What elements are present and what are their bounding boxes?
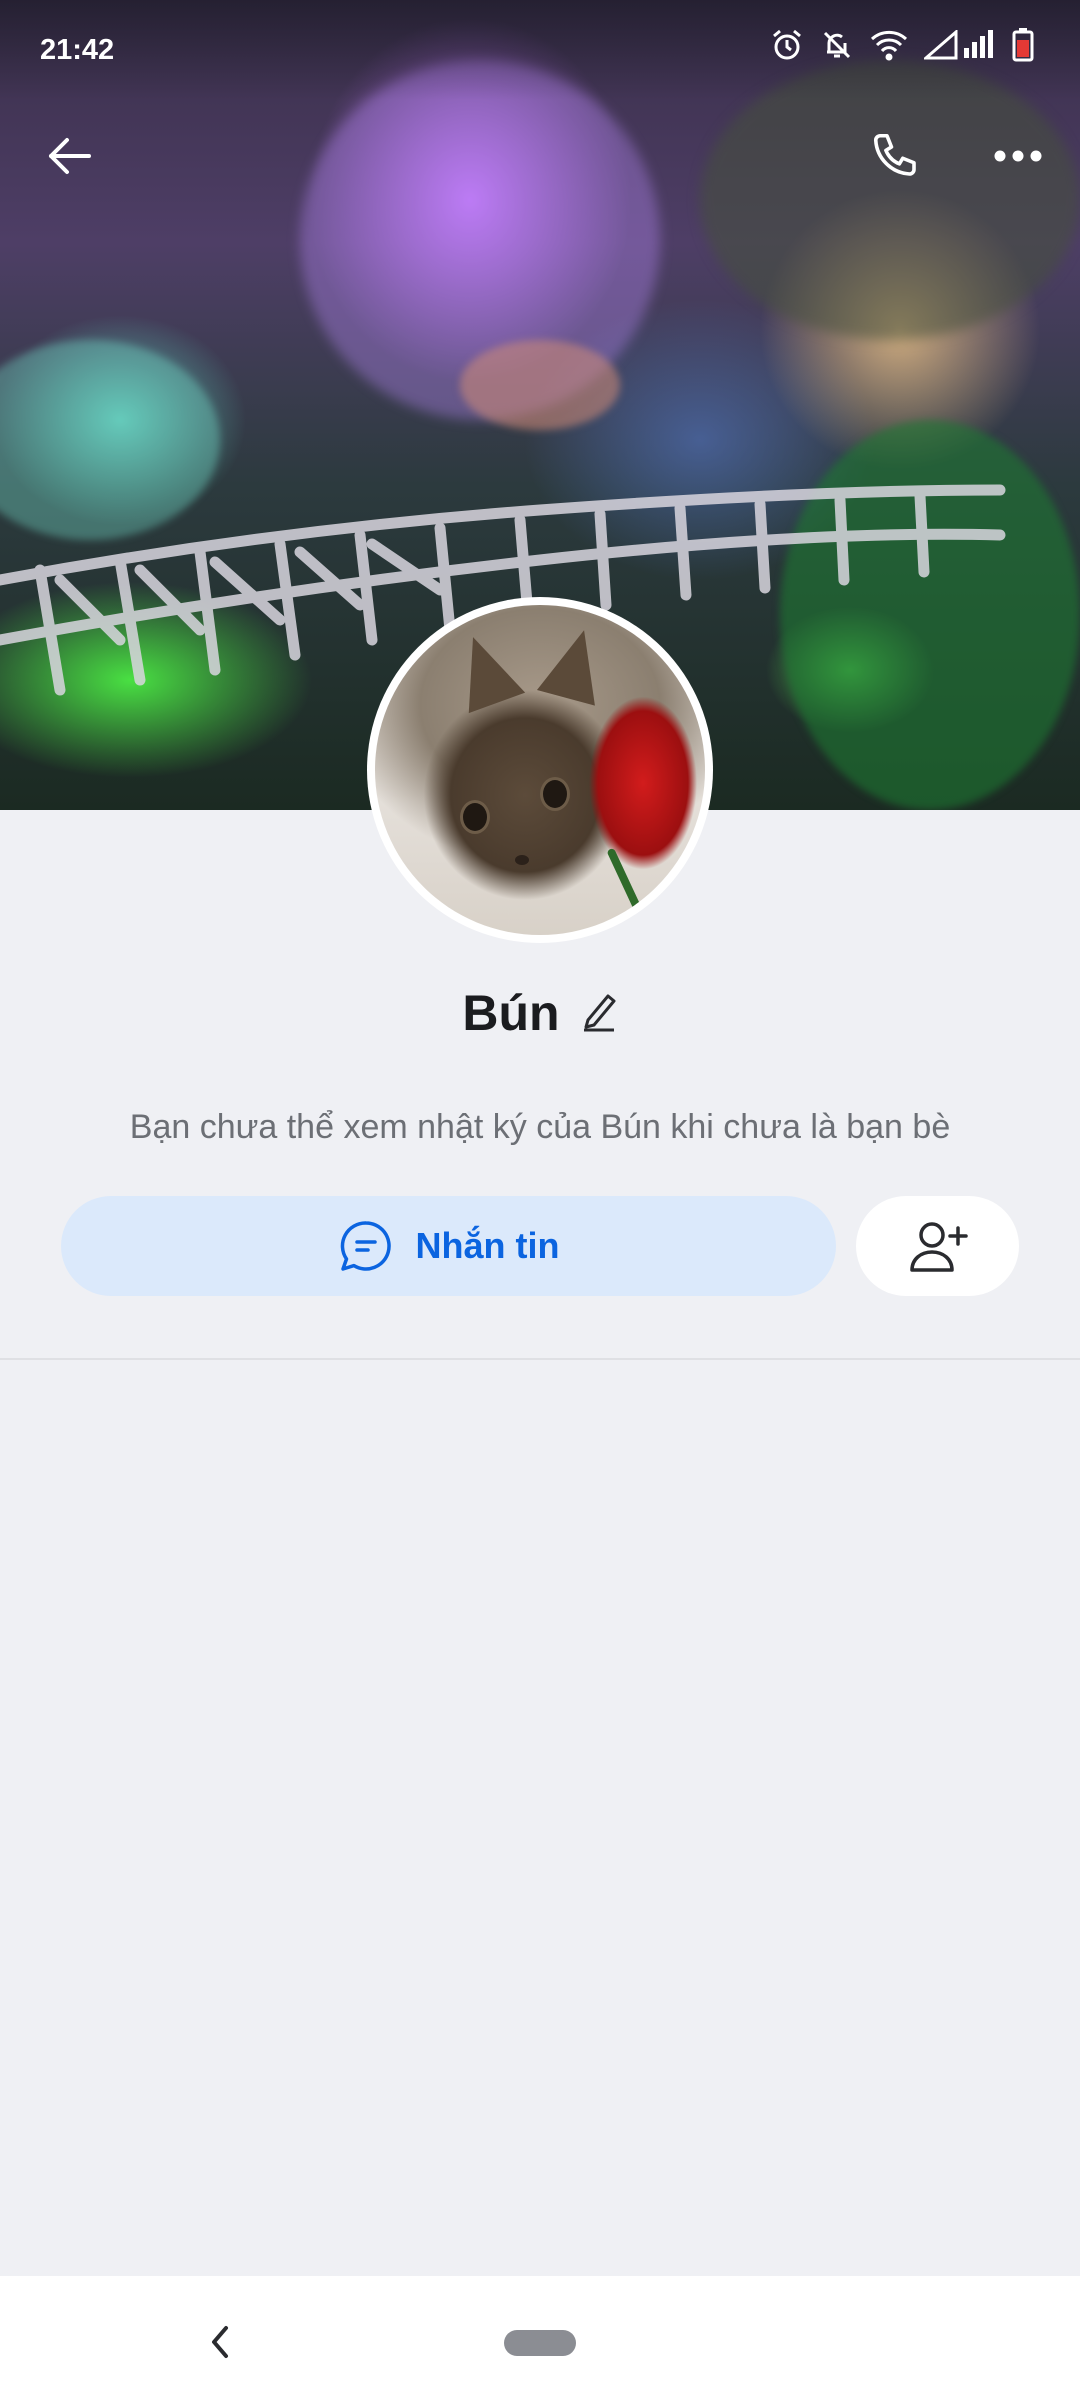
back-button[interactable] <box>32 118 108 194</box>
add-user-icon <box>909 1222 968 1272</box>
notifications-off-icon <box>820 28 854 62</box>
home-pill-icon[interactable] <box>504 2330 576 2356</box>
status-icons <box>770 28 1034 62</box>
avatar[interactable] <box>367 597 713 943</box>
wifi-icon <box>870 29 908 61</box>
cat-eye-left <box>460 800 490 834</box>
message-button[interactable]: Nhắn tin <box>61 1196 836 1296</box>
chat-bubble-icon <box>340 1221 391 1271</box>
status-bar: 21:42 <box>0 0 1080 100</box>
cover-mushroom <box>460 340 620 430</box>
message-button-label: Nhắn tin <box>415 1225 560 1266</box>
phone-icon <box>873 133 916 176</box>
diary-privacy-notice: Bạn chưa thể xem nhật ký của Bún khi chư… <box>129 1108 951 1146</box>
chevron-left-icon <box>212 2326 228 2358</box>
profile-name: Bún <box>462 985 560 1041</box>
cat-nose <box>515 855 529 865</box>
alarm-icon <box>770 28 804 62</box>
profile-screen: 21:42 Bún Bạn chưa thể xem nhật ký của B… <box>0 0 1080 2408</box>
system-nav-bar <box>0 2276 1080 2408</box>
edit-name-button[interactable] <box>580 990 618 1037</box>
cat-ear-right <box>536 622 614 706</box>
section-divider <box>0 1358 1080 1360</box>
signal-icon <box>924 30 996 60</box>
cat-eye-right <box>540 777 570 811</box>
avatar-photo <box>375 605 705 935</box>
profile-name-row: Bún <box>0 978 1080 1048</box>
pencil-icon <box>583 994 616 1031</box>
battery-low-icon <box>1012 28 1034 62</box>
more-horizontal-icon <box>994 150 1042 162</box>
cat-ear-left <box>444 626 526 714</box>
add-friend-button[interactable] <box>856 1196 1019 1296</box>
more-button[interactable] <box>980 118 1056 194</box>
call-button[interactable] <box>858 118 934 194</box>
cover-dinosaur-shape <box>700 60 1080 340</box>
rose-stem <box>606 847 652 933</box>
arrow-left-icon <box>49 138 91 174</box>
nav-back-button[interactable] <box>196 2312 244 2372</box>
status-time: 21:42 <box>40 34 115 66</box>
